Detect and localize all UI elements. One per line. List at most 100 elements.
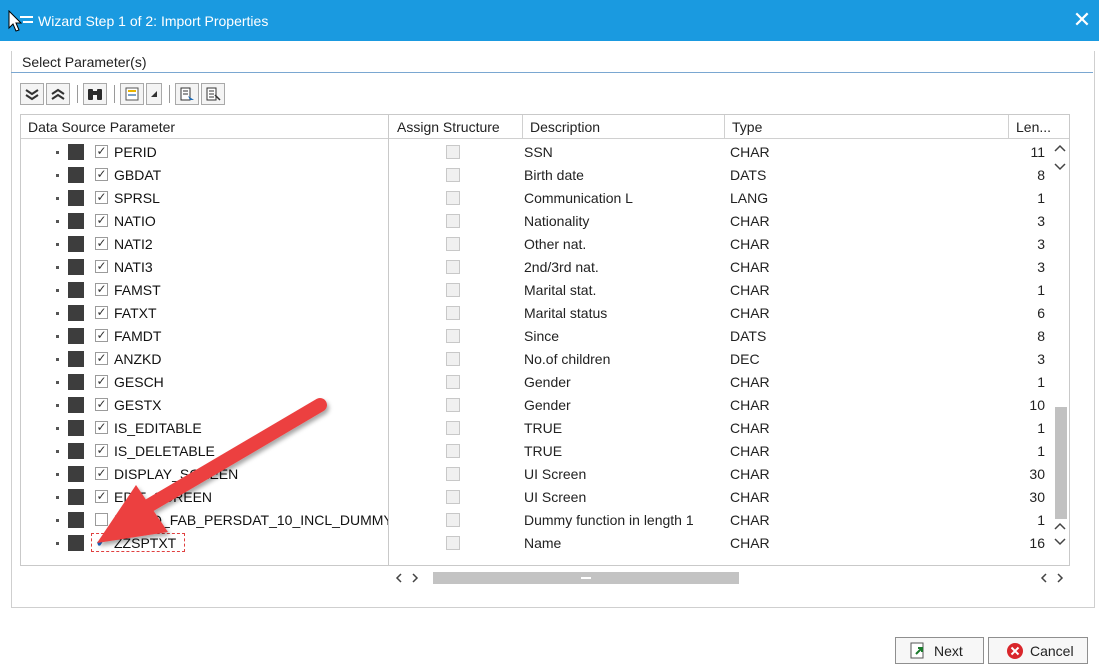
parameter-checkbox[interactable]: ✓ (95, 444, 108, 457)
assign-structure-checkbox[interactable] (446, 237, 460, 251)
tree-node-dot (56, 381, 59, 384)
scroll-left-right-icon[interactable] (389, 568, 425, 588)
scroll-left-right-icon-end[interactable] (1034, 568, 1070, 588)
assign-structure-checkbox[interactable] (446, 191, 460, 205)
tree-row[interactable]: ✓ IS_DELETABLE (21, 440, 388, 463)
column-header-assign[interactable]: Assign Structure (389, 115, 523, 139)
tree-row[interactable]: ✓ NATIO (21, 210, 388, 233)
length-cell: 10 (1029, 397, 1045, 413)
close-icon[interactable]: ✕ (1071, 8, 1093, 32)
scroll-bottom-icon[interactable] (1051, 534, 1069, 548)
assign-structure-checkbox[interactable] (446, 444, 460, 458)
parameter-checkbox[interactable]: ✓ (95, 306, 108, 319)
tree-node-dot (56, 312, 59, 315)
parameter-checkbox[interactable]: ✓ (95, 375, 108, 388)
column-header-length[interactable]: Len... (1009, 115, 1069, 139)
assign-structure-checkbox[interactable] (446, 375, 460, 389)
tree-row[interactable]: ✓ FATXT (21, 302, 388, 325)
layout-dropdown-button[interactable] (146, 83, 162, 105)
assign-structure-checkbox[interactable] (446, 329, 460, 343)
field-icon (68, 351, 84, 367)
tree-row[interactable]: ✓ GESCH (21, 371, 388, 394)
tree-row[interactable]: ✓ ANZKD (21, 348, 388, 371)
grid-row: Gender CHAR 1 (389, 371, 1069, 394)
assign-structure-checkbox[interactable] (446, 421, 460, 435)
tree-row[interactable]: ✓ FAMST (21, 279, 388, 302)
scroll-down-icon[interactable] (1051, 159, 1069, 173)
assign-structure-checkbox[interactable] (446, 306, 460, 320)
vertical-scrollbar[interactable] (1051, 139, 1069, 555)
vertical-scroll-thumb[interactable] (1055, 407, 1067, 519)
dropdown-triangle-icon (151, 91, 157, 97)
parameter-checkbox[interactable]: ✓ (95, 214, 108, 227)
parameter-checkbox[interactable]: ✓ (95, 283, 108, 296)
parameter-checkbox[interactable]: ✓ (95, 237, 108, 250)
description-cell: Marital stat. (524, 282, 597, 298)
grid-row: No.of children DEC 3 (389, 348, 1069, 371)
parameter-checkbox[interactable]: ✓ (95, 145, 108, 158)
deselect-all-button[interactable] (201, 83, 225, 105)
assign-structure-checkbox[interactable] (446, 283, 460, 297)
parameter-name: FAMDT (114, 328, 162, 344)
select-layout-button[interactable] (120, 83, 144, 105)
parameter-checkbox[interactable]: ✓ (95, 421, 108, 434)
select-all-button[interactable] (175, 83, 199, 105)
next-icon (910, 642, 924, 658)
assign-structure-checkbox[interactable] (446, 398, 460, 412)
field-icon (68, 167, 84, 183)
tree-row[interactable]: ✓ GBDAT (21, 164, 388, 187)
type-cell: CHAR (730, 420, 770, 436)
scroll-up-icon[interactable] (1051, 141, 1069, 155)
tree-row[interactable]: ✓ DISPLAY_SCREEN (21, 463, 388, 486)
assign-structure-checkbox[interactable] (446, 536, 460, 550)
parameter-checkbox[interactable]: ✓ (95, 352, 108, 365)
assign-structure-checkbox[interactable] (446, 145, 460, 159)
parameter-checkbox[interactable]: ✓ (95, 329, 108, 342)
expand-all-button[interactable] (20, 83, 44, 105)
collapse-all-button[interactable] (46, 83, 70, 105)
column-header-param[interactable]: Data Source Parameter (21, 115, 388, 139)
tree-row[interactable]: ✓ SPRSL (21, 187, 388, 210)
scroll-top-icon[interactable] (1051, 519, 1069, 533)
tree-row[interactable]: ✓ PERID (21, 141, 388, 164)
table-select-icon (125, 87, 139, 101)
parameter-checkbox[interactable] (95, 513, 108, 526)
tree-node-dot (56, 197, 59, 200)
tree-row[interactable]: HRPAD_FAB_PERSDAT_10_INCL_DUMMY (21, 509, 388, 532)
horizontal-scroll-thumb[interactable] (433, 572, 739, 584)
toolbar-separator (77, 85, 78, 103)
assign-structure-checkbox[interactable] (446, 513, 460, 527)
field-icon (68, 190, 84, 206)
column-header-description[interactable]: Description (523, 115, 725, 139)
parameter-checkbox[interactable]: ✓ (95, 191, 108, 204)
tree-row[interactable]: ✓ NATI2 (21, 233, 388, 256)
grid-row: UI Screen CHAR 30 (389, 463, 1069, 486)
parameter-checkbox[interactable]: ✓ (95, 398, 108, 411)
next-button[interactable]: Next (895, 637, 984, 664)
tree-row[interactable]: ✓ FAMDT (21, 325, 388, 348)
parameter-checkbox[interactable]: ✓ (95, 168, 108, 181)
tree-row[interactable]: ✓ GESTX (21, 394, 388, 417)
cancel-button[interactable]: Cancel (988, 637, 1088, 664)
type-cell: DATS (730, 328, 767, 344)
parameter-checkbox[interactable]: ✓ (95, 467, 108, 480)
horizontal-scrollbar[interactable] (389, 568, 1070, 588)
assign-structure-checkbox[interactable] (446, 490, 460, 504)
assign-structure-checkbox[interactable] (446, 260, 460, 274)
parameter-name: IS_EDITABLE (114, 420, 202, 436)
field-icon (68, 236, 84, 252)
assign-structure-checkbox[interactable] (446, 467, 460, 481)
parameter-checkbox[interactable]: ✓ (95, 260, 108, 273)
assign-structure-checkbox[interactable] (446, 214, 460, 228)
tree-row[interactable]: ✓ ZZSPTXT (21, 532, 388, 555)
assign-structure-checkbox[interactable] (446, 352, 460, 366)
tree-row[interactable]: ✓ EDIT_SCREEN (21, 486, 388, 509)
assign-structure-checkbox[interactable] (446, 168, 460, 182)
tree-row[interactable]: ✓ IS_EDITABLE (21, 417, 388, 440)
tree-row[interactable]: ✓ NATI3 (21, 256, 388, 279)
parameter-checkbox[interactable]: ✓ (95, 490, 108, 503)
find-button[interactable] (83, 83, 107, 105)
field-icon (68, 512, 84, 528)
field-icon (68, 420, 84, 436)
column-header-type[interactable]: Type (725, 115, 1009, 139)
